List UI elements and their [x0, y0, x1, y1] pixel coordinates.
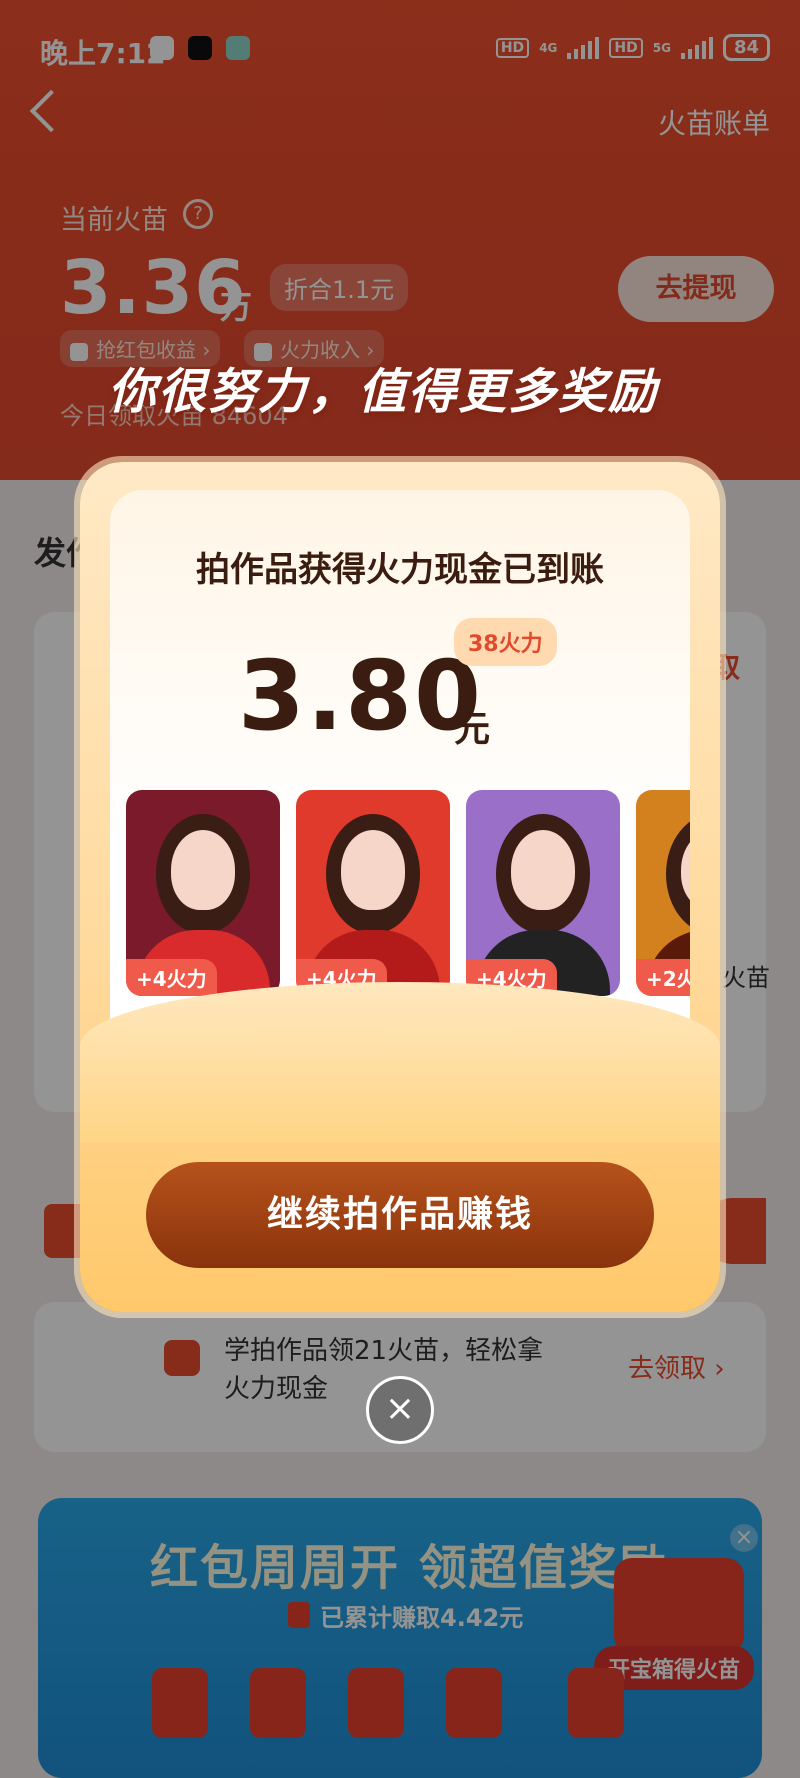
video-thumbnail[interactable]: +2火力 — [636, 790, 690, 996]
video-thumbnail[interactable]: +4火力 — [126, 790, 280, 996]
reward-amount: 3.80 — [238, 640, 483, 752]
video-thumbnail[interactable]: +4火力 — [296, 790, 450, 996]
fire-power-tag: +4火力 — [126, 959, 217, 996]
reward-unit: 元 — [454, 709, 491, 750]
fire-power-badge: 38火力 — [454, 618, 557, 666]
video-thumbnail[interactable]: +4火力 — [466, 790, 620, 996]
headline: 你很努力，值得更多奖励 — [108, 364, 659, 420]
close-icon[interactable]: × — [366, 1376, 434, 1444]
reward-modal: 拍作品获得火力现金已到账 3.80 元 38火力 +4火力 +4火力 +4火力 … — [80, 462, 720, 1312]
continue-shooting-button[interactable]: 继续拍作品赚钱 — [146, 1162, 654, 1268]
modal-title: 拍作品获得火力现金已到账 — [196, 550, 604, 590]
modal-wave-decoration — [80, 982, 720, 1142]
fire-power-tag: +2火力 — [636, 959, 690, 996]
